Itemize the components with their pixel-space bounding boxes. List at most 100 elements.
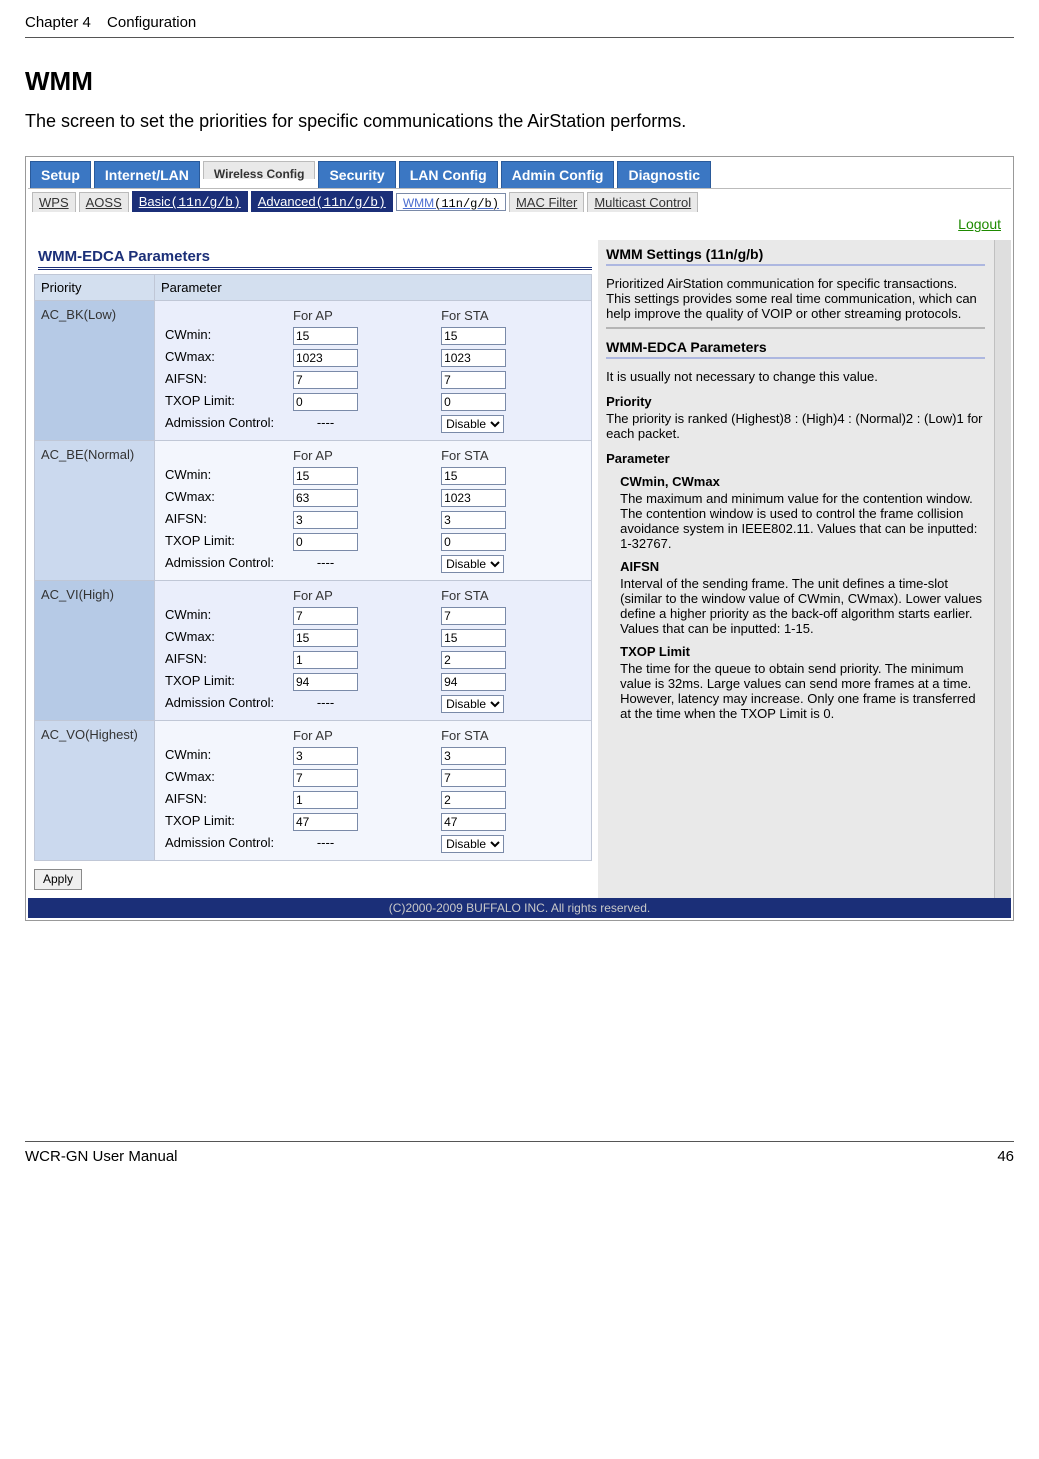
page-footer: WCR-GN User Manual 46 [25, 1141, 1014, 1175]
input-sta[interactable] [441, 791, 506, 809]
sub-tab-basic[interactable]: Basic(11n/g/b) [132, 191, 248, 212]
sub-tab-mac-filter[interactable]: MAC Filter [509, 192, 584, 212]
help-aifsn-text: Interval of the sending frame. The unit … [606, 574, 985, 636]
help-edca-title: WMM-EDCA Parameters [606, 333, 985, 355]
scroll-down-icon[interactable] [995, 884, 1011, 898]
param-label: CWmax: [161, 767, 289, 789]
help-cw-text: The maximum and minimum value for the co… [606, 489, 985, 551]
priority-params: For APFor STACWmin:CWmax:AIFSN:TXOP Limi… [155, 721, 592, 861]
param-label: TXOP Limit: [161, 811, 289, 833]
input-ap[interactable] [293, 769, 358, 787]
param-label: CWmin: [161, 465, 289, 487]
param-label: AIFSN: [161, 369, 289, 391]
apply-button[interactable]: Apply [34, 869, 82, 890]
param-label: AIFSN: [161, 789, 289, 811]
sub-tab-wmm[interactable]: WMM(11n/g/b) [396, 193, 506, 211]
admission-ap-dash: ---- [293, 555, 358, 570]
input-sta[interactable] [441, 813, 506, 831]
input-ap[interactable] [293, 511, 358, 529]
col-parameter: Parameter [155, 275, 592, 301]
sub-tab-aoss[interactable]: AOSS [79, 192, 129, 212]
help-aifsn-heading: AIFSN [606, 551, 985, 574]
param-label: TXOP Limit: [161, 671, 289, 693]
input-sta[interactable] [441, 393, 506, 411]
input-sta[interactable] [441, 673, 506, 691]
priority-params: For APFor STACWmin:CWmax:AIFSN:TXOP Limi… [155, 301, 592, 441]
chapter-title: Configuration [107, 14, 196, 31]
main-tab-internet-lan[interactable]: Internet/LAN [94, 161, 200, 188]
wmm-edca-table: PriorityParameter AC_BK(Low)For APFor ST… [34, 274, 592, 861]
input-ap[interactable] [293, 467, 358, 485]
param-label: CWmax: [161, 627, 289, 649]
main-tabs: SetupInternet/LANWireless ConfigSecurity… [28, 159, 1011, 188]
admission-select[interactable]: Disable [441, 835, 504, 853]
col-priority: Priority [35, 275, 155, 301]
help-txop-text: The time for the queue to obtain send pr… [606, 659, 985, 721]
param-label: TXOP Limit: [161, 391, 289, 413]
priority-name: AC_VI(High) [35, 581, 155, 721]
help-priority-heading: Priority [606, 384, 985, 409]
input-sta[interactable] [441, 489, 506, 507]
main-tab-security[interactable]: Security [318, 161, 395, 188]
help-wmm-desc: Prioritized AirStation communication for… [606, 274, 985, 321]
input-ap[interactable] [293, 813, 358, 831]
scroll-up-icon[interactable] [995, 240, 1011, 254]
main-tab-diagnostic[interactable]: Diagnostic [617, 161, 711, 188]
footer-manual-title: WCR-GN User Manual [25, 1148, 178, 1165]
input-ap[interactable] [293, 489, 358, 507]
input-ap[interactable] [293, 607, 358, 625]
param-label: Admission Control: [161, 693, 289, 715]
input-sta[interactable] [441, 467, 506, 485]
input-sta[interactable] [441, 747, 506, 765]
priority-params: For APFor STACWmin:CWmax:AIFSN:TXOP Limi… [155, 581, 592, 721]
input-sta[interactable] [441, 769, 506, 787]
input-sta[interactable] [441, 629, 506, 647]
main-tab-admin-config[interactable]: Admin Config [501, 161, 615, 188]
param-label: CWmin: [161, 325, 289, 347]
param-label: Admission Control: [161, 553, 289, 575]
admission-select[interactable]: Disable [441, 555, 504, 573]
admission-select[interactable]: Disable [441, 415, 504, 433]
param-label: CWmin: [161, 605, 289, 627]
help-edca-desc: It is usually not necessary to change th… [606, 367, 985, 384]
sub-tab-multicast-control[interactable]: Multicast Control [587, 192, 698, 212]
input-ap[interactable] [293, 349, 358, 367]
main-tab-lan-config[interactable]: LAN Config [399, 161, 498, 188]
param-label: CWmax: [161, 487, 289, 509]
chapter-header: Chapter 4 Configuration [25, 10, 1014, 38]
main-tab-wireless-config[interactable]: Wireless Config [203, 161, 316, 179]
input-sta[interactable] [441, 533, 506, 551]
help-cw-heading: CWmin, CWmax [606, 466, 985, 489]
input-ap[interactable] [293, 791, 358, 809]
input-sta[interactable] [441, 349, 506, 367]
input-sta[interactable] [441, 327, 506, 345]
input-sta[interactable] [441, 371, 506, 389]
panel-title: WMM-EDCA Parameters [38, 248, 210, 265]
param-label: Admission Control: [161, 833, 289, 855]
logout-link[interactable]: Logout [958, 216, 1001, 232]
section-heading: WMM [25, 66, 1014, 97]
input-ap[interactable] [293, 393, 358, 411]
input-sta[interactable] [441, 607, 506, 625]
input-ap[interactable] [293, 673, 358, 691]
help-panel: WMM Settings (11n/g/b) Prioritized AirSt… [598, 240, 1011, 898]
main-tab-setup[interactable]: Setup [30, 161, 91, 188]
input-ap[interactable] [293, 629, 358, 647]
admission-select[interactable]: Disable [441, 695, 504, 713]
sub-tab-advanced[interactable]: Advanced(11n/g/b) [251, 191, 393, 212]
input-ap[interactable] [293, 371, 358, 389]
input-ap[interactable] [293, 327, 358, 345]
admission-ap-dash: ---- [293, 415, 358, 430]
input-ap[interactable] [293, 747, 358, 765]
input-sta[interactable] [441, 511, 506, 529]
sub-tab-wps[interactable]: WPS [32, 192, 76, 212]
param-label: AIFSN: [161, 649, 289, 671]
input-ap[interactable] [293, 533, 358, 551]
copyright-bar: (C)2000-2009 BUFFALO INC. All rights res… [28, 898, 1011, 918]
input-sta[interactable] [441, 651, 506, 669]
param-label: AIFSN: [161, 509, 289, 531]
input-ap[interactable] [293, 651, 358, 669]
help-parameter-heading: Parameter [606, 441, 985, 466]
help-priority-text: The priority is ranked (Highest)8 : (Hig… [606, 409, 985, 441]
help-txop-heading: TXOP Limit [606, 636, 985, 659]
